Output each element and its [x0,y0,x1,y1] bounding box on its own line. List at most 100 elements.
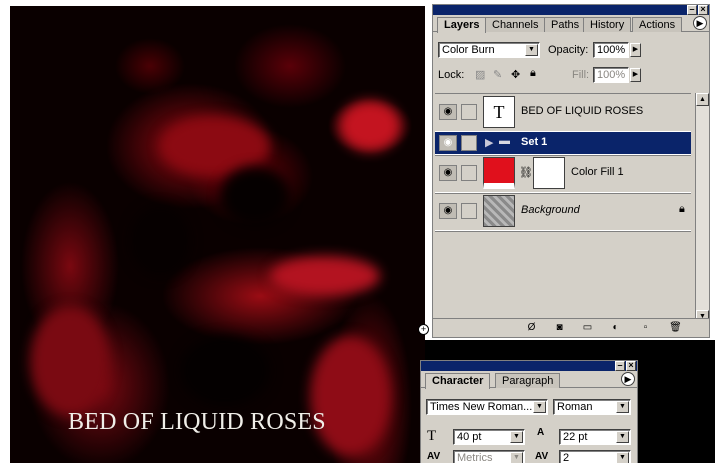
palette-titlebar[interactable]: – × [421,361,637,371]
layer-link-toggle[interactable] [461,165,477,181]
chevron-down-icon: ▼ [616,452,629,463]
layer-link-toggle[interactable] [461,104,477,120]
tab-actions[interactable]: Actions [632,17,683,32]
layer-name: Background [521,204,580,216]
leading-value: 22 pt [563,431,588,443]
new-set-icon[interactable]: ▭ [581,322,594,334]
layer-mask-thumbnail [533,157,565,189]
palette-menu-icon[interactable]: ▶ [621,372,635,386]
tab-character[interactable]: Character [425,373,491,389]
lock-all-icon[interactable]: 🔒︎ [530,67,536,80]
artwork-swirl [130,206,190,276]
layer-row-set[interactable]: ◉ ▶ ▬ Set 1 [435,132,691,155]
artwork-swirl [180,336,270,406]
lock-icon: 🔒︎ [679,203,685,215]
opacity-slider-arrow[interactable]: ▶ [630,43,641,57]
folder-icon: ▬ [499,135,510,147]
kerning-value: Metrics [457,452,493,463]
leading-select[interactable]: 22 pt ▼ [559,429,631,445]
lock-transparency-icon[interactable]: ▨ [475,68,485,81]
leading-icon: A [537,427,545,438]
opacity-label: Opacity: [548,44,589,56]
layer-row-fill[interactable]: ◉ ⛓︎ Color Fill 1 [435,155,691,193]
font-style-select[interactable]: Roman ▼ [553,399,631,415]
font-family-value: Times New Roman... [430,401,533,413]
palette-resize-handle-icon[interactable]: + [418,324,429,335]
expand-triangle-icon[interactable]: ▶ [485,136,493,149]
tracking-select[interactable]: 2 ▼ [559,450,631,463]
trash-icon[interactable]: 🗑︎ [669,322,682,334]
chevron-down-icon: ▼ [533,401,546,413]
lock-paint-icon[interactable]: ✎ [493,68,502,81]
palette-titlebar[interactable]: – × [433,5,709,15]
lock-move-icon[interactable]: ✥ [511,68,520,81]
document-canvas[interactable]: BED OF LIQUID ROSES [10,6,425,463]
font-family-select[interactable]: Times New Roman... ▼ [426,399,548,415]
artwork-swirl [340,101,400,151]
layer-name: Color Fill 1 [571,166,624,178]
artwork-swirl [30,306,110,416]
font-size-select[interactable]: 40 pt ▼ [453,429,525,445]
adjustment-layer-icon[interactable]: ◐ [609,322,622,334]
eye-icon[interactable]: ◉ [439,203,457,219]
tracking-value: 2 [563,452,570,463]
tab-history[interactable]: History [583,17,632,32]
layers-palette: – × Layers Channels Paths History Action… [432,4,710,338]
artwork-swirl [270,256,380,296]
blend-mode-value: Color Burn [442,44,495,56]
new-layer-icon[interactable]: ▫ [639,322,652,334]
chevron-down-icon: ▼ [525,44,538,56]
layer-name: Set 1 [521,136,548,148]
layers-tab-bar: Layers Channels Paths History Actions ▶ [433,15,709,33]
tracking-icon: AV [535,451,549,462]
canvas-text-layer: BED OF LIQUID ROSES [68,409,326,435]
artwork-swirl [220,166,290,226]
layer-link-toggle[interactable] [461,135,477,151]
font-size-value: 40 pt [457,431,482,443]
chevron-down-icon: ▼ [616,431,629,443]
blend-mode-select[interactable]: Color Burn ▼ [438,42,540,58]
fill-label: Fill: [572,69,590,81]
tab-paths[interactable]: Paths [544,17,587,32]
fill-field[interactable]: 100% [593,67,629,83]
character-tab-bar: Character Paragraph ▶ [421,371,637,389]
eye-icon[interactable]: ◉ [439,104,457,120]
eye-icon[interactable]: ◉ [439,135,457,151]
lock-label: Lock: [438,69,465,81]
artwork-swirl [310,336,390,456]
fill-value: 100% [597,69,626,81]
chevron-down-icon: ▼ [510,452,523,463]
minimize-icon[interactable]: – [687,5,697,15]
eye-icon[interactable]: ◉ [439,165,457,181]
layer-row-background[interactable]: ◉ Background 🔒︎ [435,193,691,231]
font-style-value: Roman [557,401,593,413]
chevron-down-icon: ▼ [616,401,629,413]
tab-layers[interactable]: Layers [437,17,487,33]
layer-name: BED OF LIQUID ROSES [521,105,644,117]
text-layer-thumbnail: T [483,96,515,128]
palette-menu-icon[interactable]: ▶ [693,16,707,30]
close-icon[interactable]: × [626,361,636,371]
chain-link-icon: ⛓︎ [519,167,533,179]
character-palette: – × Character Paragraph ▶ Times New Roma… [420,360,638,463]
kerning-select[interactable]: Metrics ▼ [453,450,525,463]
scroll-up-icon[interactable]: ▲ [696,93,709,106]
close-icon[interactable]: × [698,5,708,15]
kerning-icon: AV [427,451,441,462]
minimize-icon[interactable]: – [615,361,625,371]
font-size-icon: T [427,428,437,444]
layer-list-scrollbar[interactable]: ▲ ▼ [695,93,709,323]
add-mask-icon[interactable]: ◙ [553,322,566,334]
layer-row-text[interactable]: ◉ T BED OF LIQUID ROSES [435,94,691,132]
layer-list: ◉ T BED OF LIQUID ROSES ◉ ▶ ▬ Set 1 ◉ ⛓︎… [435,93,691,323]
opacity-field[interactable]: 100% [593,42,629,58]
opacity-value: 100% [597,44,626,56]
chevron-down-icon: ▼ [510,431,523,443]
fill-slider-arrow[interactable]: ▶ [630,68,641,82]
layer-link-toggle[interactable] [461,203,477,219]
layer-style-icon[interactable]: Ø [525,322,538,334]
background-thumbnail [483,195,515,227]
tab-channels[interactable]: Channels [485,17,546,32]
layers-footer: Ø ◙ ▭ ◐ ▫ 🗑︎ [433,318,709,337]
tab-paragraph[interactable]: Paragraph [495,373,561,388]
